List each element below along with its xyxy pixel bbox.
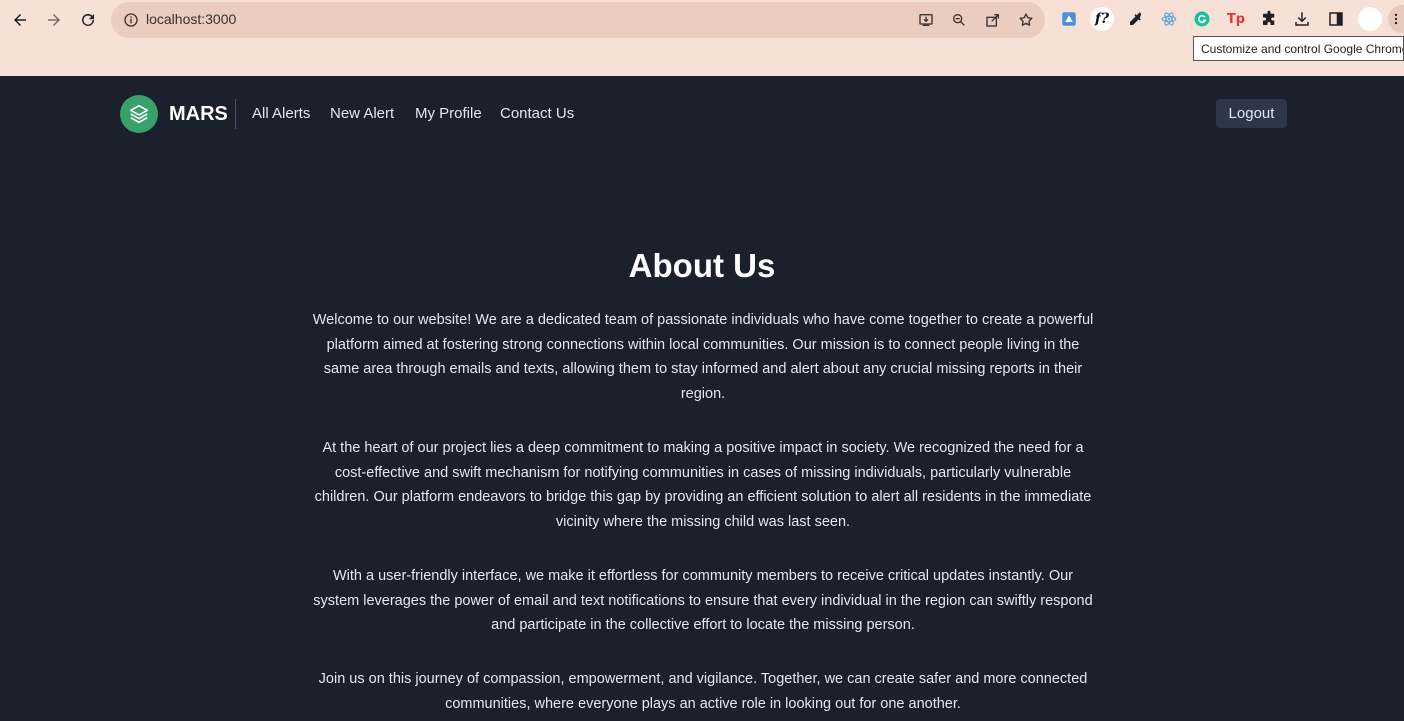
browser-toolbar: localhost:3000 f? Tp Customize and contr… xyxy=(0,0,1404,76)
about-paragraph-3: With a user-friendly interface, we make … xyxy=(313,568,1093,634)
arrow-right-icon xyxy=(48,14,60,26)
url-text[interactable]: localhost:3000 xyxy=(146,11,236,27)
chrome-menu-tooltip: Customize and control Google Chrome xyxy=(1193,36,1404,61)
forward-button[interactable] xyxy=(40,6,68,34)
color-picker-extension-button[interactable] xyxy=(1126,9,1146,29)
side-panel-icon xyxy=(1329,12,1343,26)
reload-icon xyxy=(82,13,94,26)
about-paragraph-4: Join us on this journey of compassion, e… xyxy=(318,671,1088,712)
info-icon[interactable] xyxy=(123,12,139,28)
download-icon xyxy=(1295,12,1309,26)
formula-extension-label: f? xyxy=(1094,11,1110,27)
about-paragraph-1: Welcome to our website! We are a dedicat… xyxy=(312,312,1094,403)
reload-button[interactable] xyxy=(74,6,102,34)
puzzle-icon xyxy=(1263,10,1275,25)
nav-link-new-alert[interactable]: New Alert xyxy=(330,105,394,122)
kebab-menu-icon xyxy=(1394,13,1398,25)
downloads-button[interactable] xyxy=(1292,9,1312,29)
side-panel-button[interactable] xyxy=(1326,9,1346,29)
tp-extension-label: Tp xyxy=(1226,11,1246,27)
extension-button[interactable] xyxy=(1059,9,1079,29)
grammarly-extension-button[interactable] xyxy=(1192,9,1212,29)
share-icon xyxy=(986,14,999,27)
share-button[interactable] xyxy=(984,11,1002,29)
address-bar[interactable]: localhost:3000 xyxy=(111,2,1045,38)
extension-blue-icon xyxy=(1062,12,1076,26)
nav-link-contact-us[interactable]: Contact Us xyxy=(500,105,574,122)
zoom-icon xyxy=(953,13,965,26)
about-paragraph-2: At the heart of our project lies a deep … xyxy=(314,440,1092,531)
brand-divider xyxy=(235,99,236,129)
install-app-button[interactable] xyxy=(917,11,935,29)
app-navbar: MARS All Alerts New Alert My Profile Con… xyxy=(0,76,1404,151)
atom-icon xyxy=(1161,12,1177,26)
brand-logo[interactable] xyxy=(120,95,158,133)
bookmark-button[interactable] xyxy=(1017,11,1035,29)
profile-avatar[interactable] xyxy=(1358,7,1382,31)
chrome-menu-button[interactable] xyxy=(1388,5,1404,33)
arrow-left-icon xyxy=(14,14,26,26)
nav-link-my-profile[interactable]: My Profile xyxy=(415,105,482,122)
formula-extension-button[interactable]: f? xyxy=(1090,7,1114,31)
nav-link-all-alerts[interactable]: All Alerts xyxy=(252,105,310,122)
brand-name[interactable]: MARS xyxy=(169,103,228,126)
install-icon xyxy=(919,13,933,26)
extensions-menu-button[interactable] xyxy=(1259,9,1279,29)
layers-icon xyxy=(129,104,149,124)
star-icon xyxy=(1019,13,1033,26)
about-section: About Us Welcome to our website! We are … xyxy=(0,151,1404,721)
react-devtools-button[interactable] xyxy=(1159,9,1179,29)
tp-extension-button[interactable]: Tp xyxy=(1226,9,1246,29)
back-button[interactable] xyxy=(6,6,34,34)
page-title: About Us xyxy=(628,247,776,284)
zoom-button[interactable] xyxy=(950,11,968,29)
grammarly-icon xyxy=(1194,11,1210,27)
eyedropper-icon xyxy=(1130,12,1142,25)
logout-button[interactable]: Logout xyxy=(1216,99,1287,128)
